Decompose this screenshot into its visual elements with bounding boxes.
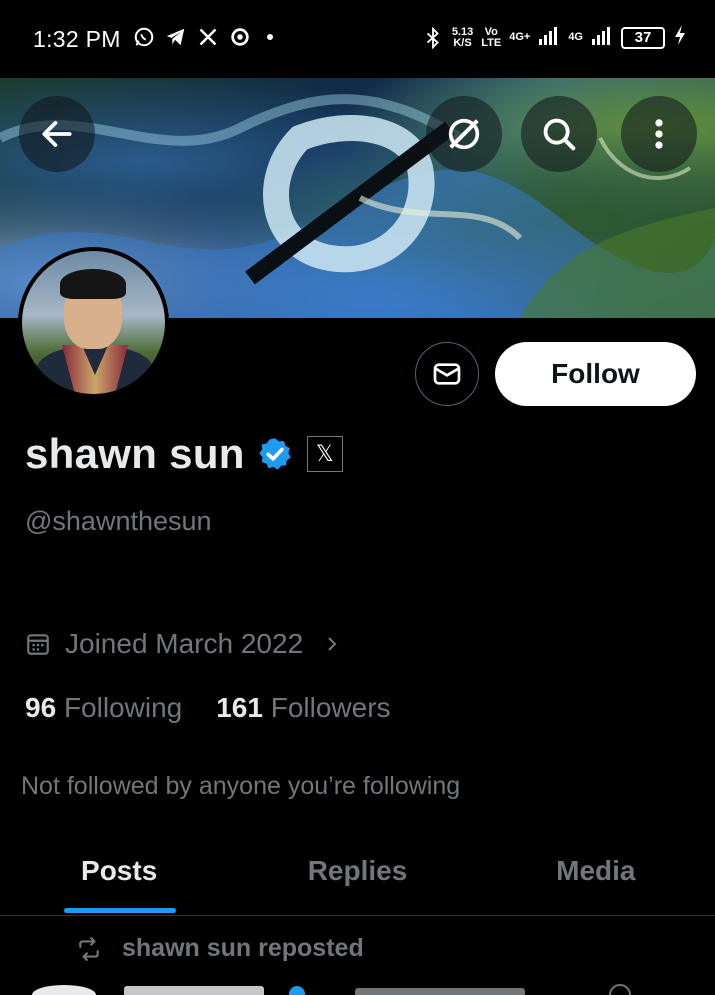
bluetooth-icon [422,26,444,49]
volte-bottom: LTE [481,36,502,49]
followers-label: Followers [270,692,391,723]
envelope-icon [433,363,461,385]
system-indicators: 5.13 K/S Vo LTE 4G+ 4G 37 [422,24,687,51]
more-notifications-dot [267,34,273,40]
network-speed: 5.13 K/S [451,25,474,49]
net2-label: 4G [568,31,583,43]
notification-icons [133,26,273,48]
more-button[interactable] [621,96,697,172]
status-bar: 1:32 PM 5.13 K/S Vo LTE 4G+ 4G 37 [0,0,715,78]
followers-stat[interactable]: 161 Followers [216,692,390,724]
signal-icon [538,25,560,50]
signal-icon-2 [591,25,613,50]
message-button[interactable] [415,342,479,406]
tab-posts[interactable]: Posts [0,836,238,915]
volte-top: Vo [484,25,498,38]
threads-icon [229,26,251,48]
repost-label: shawn sun reposted [122,934,364,962]
avatar[interactable] [18,247,169,398]
battery-indicator: 37 [621,26,665,49]
volte-indicator: Vo LTE [481,25,502,49]
net1-label: 4G+ [509,31,531,43]
profile-tabs: Posts Replies Media [0,836,715,916]
network-speed-value: 5.13 [451,25,474,38]
repost-context[interactable]: shawn sun reposted [74,934,364,963]
whatsapp-icon [133,26,155,48]
active-tab-indicator [64,908,176,913]
x-affiliation-badge[interactable]: 𝕏 [306,436,343,472]
verified-badge-icon[interactable] [257,436,293,472]
joined-row[interactable]: Joined March 2022 [25,628,341,660]
telegram-icon [165,26,187,48]
stats-row: 96 Following 161 Followers [25,692,391,724]
more-vertical-icon [655,119,663,149]
charging-icon [673,24,687,51]
next-post-preview[interactable] [0,980,715,995]
calendar-icon [27,634,49,655]
following-count: 96 [25,692,57,723]
following-label: Following [63,692,183,723]
name-row: shawn sun 𝕏 [25,430,343,478]
search-button[interactable] [521,96,597,172]
repost-icon [79,936,99,961]
grok-button[interactable] [426,96,502,172]
next-post-cutoff [32,984,631,995]
search-icon [543,118,576,151]
back-arrow-icon [42,121,72,147]
joined-date: Joined March 2022 [65,628,304,659]
follow-button[interactable]: Follow [495,342,696,406]
status-time: 1:32 PM [33,26,121,52]
tab-replies[interactable]: Replies [238,836,476,915]
followers-count: 161 [216,692,263,723]
tab-media[interactable]: Media [477,836,715,915]
x-icon [197,26,219,48]
chevron-right-icon [328,637,337,651]
mutual-followers-note: Not followed by anyone you’re following [21,772,461,800]
avatar-hair [60,269,126,299]
following-stat[interactable]: 96 Following [25,692,182,724]
back-button[interactable] [19,96,95,172]
grok-icon [448,118,480,150]
network-speed-unit: K/S [453,36,472,49]
display-name: shawn sun [25,430,245,477]
handle: @shawnthesun [25,506,212,536]
